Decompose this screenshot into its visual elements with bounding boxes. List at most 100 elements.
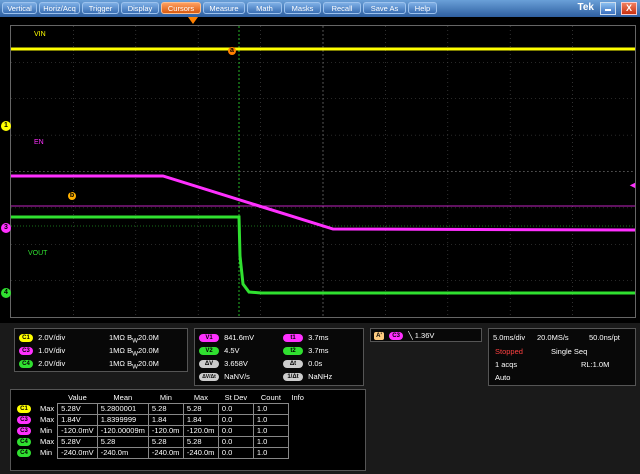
minimize-button[interactable] <box>600 2 616 15</box>
inv-dt-value: NaNHz <box>308 372 333 381</box>
menu-item-recall[interactable]: Recall <box>323 2 361 14</box>
measurement-stdev: 0.0 <box>217 403 254 415</box>
channel-impedance: 1MΩ BW20.0M <box>109 359 159 371</box>
scope-display[interactable]: VIN EN VOUT 1 3 4 a b ◄ <box>0 17 640 323</box>
inv-dt-tag: 1/Δt <box>283 373 303 382</box>
ch4-bw: 20.0M <box>138 359 159 368</box>
dvdt-tag: ΔV/Δt <box>199 373 219 382</box>
measurement-header <box>37 393 58 404</box>
measurement-type: Min <box>40 448 53 457</box>
menu-bar: Vertical Horiz/Acq Trigger Display Cursors Me… <box>0 0 640 17</box>
trigger-position-marker[interactable] <box>188 17 198 24</box>
menu-item-display[interactable]: Display <box>121 2 159 14</box>
measurement-header: St Dev <box>224 393 248 402</box>
measurement-row[interactable]: C3 Max 1.84V 1.8399999 1.84 1.84 0.0 1.0 <box>14 414 307 426</box>
menu-item-help[interactable]: Help <box>408 2 437 14</box>
readout-area: C1 2.0V/div 1MΩ BW20.0M C3 1.0V/div 1MΩ … <box>0 323 640 474</box>
cursor-b-marker[interactable]: b <box>68 192 76 200</box>
ch1-tag: C1 <box>19 334 33 343</box>
ch1-scale: 2.0V/div <box>38 333 66 342</box>
cursor-readout-panel[interactable]: V1 841.6mV V2 4.5V ΔV 3.658V ΔV/Δt NaNV/… <box>194 328 364 386</box>
measurement-type: Max <box>40 415 55 424</box>
measurement-row[interactable]: C1 Max 5.28V 5.2800001 5.28 5.28 0.0 1.0 <box>14 403 307 415</box>
en-label: EN <box>34 139 44 146</box>
measurement-value: 5.28V <box>57 403 98 415</box>
measurement-header: Info <box>291 393 304 403</box>
menu-item-math[interactable]: Math <box>247 2 282 14</box>
cursor-a-marker[interactable]: a <box>228 47 236 55</box>
measurement-count: 1.0 <box>252 414 289 426</box>
vout-label: VOUT <box>28 250 48 257</box>
measurement-count: 1.0 <box>252 403 289 415</box>
measurement-stdev: 0.0 <box>217 447 254 459</box>
measurement-mean: 5.2800001 <box>96 403 149 415</box>
ch4-ground-marker[interactable]: 4 <box>1 288 11 298</box>
measurement-row[interactable]: C3 Min -120.0mV -120.00009m -120.0m -120.0m 0.… <box>14 425 307 437</box>
measurement-count: 1.0 <box>252 436 289 448</box>
t1-value: 3.7ms <box>308 333 329 342</box>
ch3-scale: 1.0V/div <box>38 346 66 355</box>
channel-tag: C4 <box>17 449 31 458</box>
measurement-stdev: 0.0 <box>217 425 254 437</box>
menu-item-measure[interactable]: Measure <box>203 2 245 14</box>
falling-edge-icon: ╲ <box>408 331 413 340</box>
close-button[interactable]: X <box>621 2 637 15</box>
t2-value: 3.7ms <box>308 346 329 355</box>
dvdt-value: NaNV/s <box>224 372 250 381</box>
measurement-source-tag: C4 <box>14 448 37 459</box>
measurement-mean: -120.00009m <box>96 425 149 437</box>
vin-label: VIN <box>34 31 46 38</box>
channel-tag: C1 <box>17 405 31 414</box>
h-scale: 5.0ms/div <box>493 333 526 342</box>
trigger-source-tag: C3 <box>389 332 404 341</box>
measurement-stdev: 0.0 <box>217 436 254 448</box>
measurement-source-tag: C1 <box>14 404 37 415</box>
measurement-value: 1.84V <box>57 414 98 426</box>
dvdt-row: ΔV/Δt NaNV/s <box>199 372 250 382</box>
menu-item-horiz-acq[interactable]: Horiz/Acq <box>39 2 80 14</box>
graticule[interactable] <box>10 25 636 318</box>
ch3-impedance: 1MΩ <box>109 346 126 355</box>
measurement-mean: 5.28 <box>96 436 149 448</box>
dt-row: Δt 0.0s <box>283 359 322 369</box>
measurement-header: Max <box>193 393 208 402</box>
measurement-min: 1.84 <box>147 414 184 426</box>
h-resolution: 50.0ns/pt <box>589 333 620 342</box>
measurement-header-row: Value Mean Min Max St Dev Count Info <box>14 393 307 404</box>
menu-item-trigger[interactable]: Trigger <box>82 2 119 14</box>
measurement-min: 5.28 <box>147 436 184 448</box>
measurement-max: -240.0m <box>182 447 219 459</box>
dt-tag: Δt <box>283 360 303 369</box>
t2-row: t2 3.7ms <box>283 346 329 356</box>
trigger-level-arrow[interactable]: ◄ <box>628 181 637 190</box>
trigger-panel[interactable]: A' C3 ╲ 1.36V <box>370 328 482 342</box>
channel-row[interactable]: C4 2.0V/div <box>19 359 65 369</box>
measurement-header: Min <box>159 393 172 402</box>
channel-row[interactable]: C1 2.0V/div <box>19 333 66 343</box>
channel-row[interactable]: C3 1.0V/div <box>19 346 66 356</box>
menu-item-vertical[interactable]: Vertical <box>2 2 37 14</box>
v1-row: V1 841.6mV <box>199 333 255 343</box>
ch3-ground-marker[interactable]: 3 <box>1 223 11 233</box>
measurement-info <box>288 404 307 415</box>
menu-item-save-as[interactable]: Save As <box>363 2 406 14</box>
trigger-row: A' C3 ╲ 1.36V <box>374 331 434 341</box>
ch1-bw: 20.0M <box>138 333 159 342</box>
menu-item-masks[interactable]: Masks <box>284 2 321 14</box>
menu-item-cursors[interactable]: Cursors <box>161 2 201 14</box>
measurement-count: 1.0 <box>252 447 289 459</box>
t1-row: t1 3.7ms <box>283 333 329 343</box>
measurement-row[interactable]: C4 Max 5.28V 5.28 5.28 5.28 0.0 1.0 <box>14 436 307 448</box>
ch1-ground-marker[interactable]: 1 <box>1 121 11 131</box>
trigger-mode-auto: Auto <box>495 373 511 382</box>
v1-value: 841.6mV <box>224 333 255 342</box>
v1-tag: V1 <box>199 334 219 343</box>
acq-mode: Single Seq <box>551 347 588 356</box>
measurement-info <box>288 426 307 437</box>
acq-state: Stopped <box>495 347 523 356</box>
horizontal-acq-panel[interactable]: 5.0ms/div 20.0MS/s 50.0ns/pt Stopped Sin… <box>488 328 636 386</box>
measurement-count: 1.0 <box>252 425 289 437</box>
v2-value: 4.5V <box>224 346 240 355</box>
measurement-row[interactable]: C4 Min -240.0mV -240.0m -240.0m -240.0m 0.0 1.0 <box>14 447 307 459</box>
channel-tag: C3 <box>17 427 31 436</box>
